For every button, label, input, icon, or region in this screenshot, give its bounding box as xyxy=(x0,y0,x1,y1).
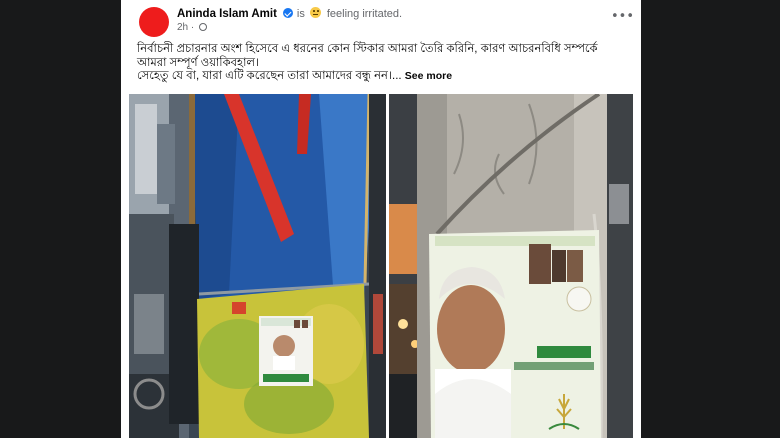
post-text-line: সেহেতু যে বা, যারা এটি করেছেন তারা আমাদে… xyxy=(137,70,402,82)
facebook-post: Aninda Islam Amit is feeling irritated. … xyxy=(121,0,641,438)
post-timestamp[interactable]: 2h xyxy=(177,22,188,33)
globe-icon xyxy=(199,23,208,31)
more-options-icon[interactable]: ••• xyxy=(611,10,634,24)
irritated-emoji-icon xyxy=(310,7,322,18)
post-header: Aninda Islam Amit is feeling irritated. … xyxy=(121,0,641,37)
see-more-link[interactable]: See more xyxy=(405,70,452,82)
post-photo-pole[interactable] xyxy=(389,94,633,438)
author-name[interactable]: Aninda Islam Amit xyxy=(177,8,277,20)
meta-separator: · xyxy=(190,22,195,33)
verified-badge-icon xyxy=(283,8,294,18)
post-text-line: নির্বাচনী প্রচারনার অংশ হিসেবে এ ধরনের ক… xyxy=(137,43,598,55)
post-photo-rickshaw[interactable] xyxy=(129,94,386,438)
status-is: is xyxy=(296,8,305,20)
post-text-line: আমরা সম্পূর্ণ ওয়াকিবহাল। xyxy=(137,56,260,69)
post-text-line-last: সেহেতু যে বা, যারা এটি করেছেন তারা আমাদে… xyxy=(137,70,632,84)
post-photos xyxy=(129,94,633,438)
post-text: নির্বাচনী প্রচারনার অংশ হিসেবে এ ধরনের ক… xyxy=(137,43,632,84)
author-avatar[interactable] xyxy=(139,7,169,37)
feeling-text: feeling irritated. xyxy=(326,8,403,20)
post-meta: 2h · xyxy=(177,22,208,33)
post-author-line: Aninda Islam Amit is feeling irritated. xyxy=(177,7,402,20)
